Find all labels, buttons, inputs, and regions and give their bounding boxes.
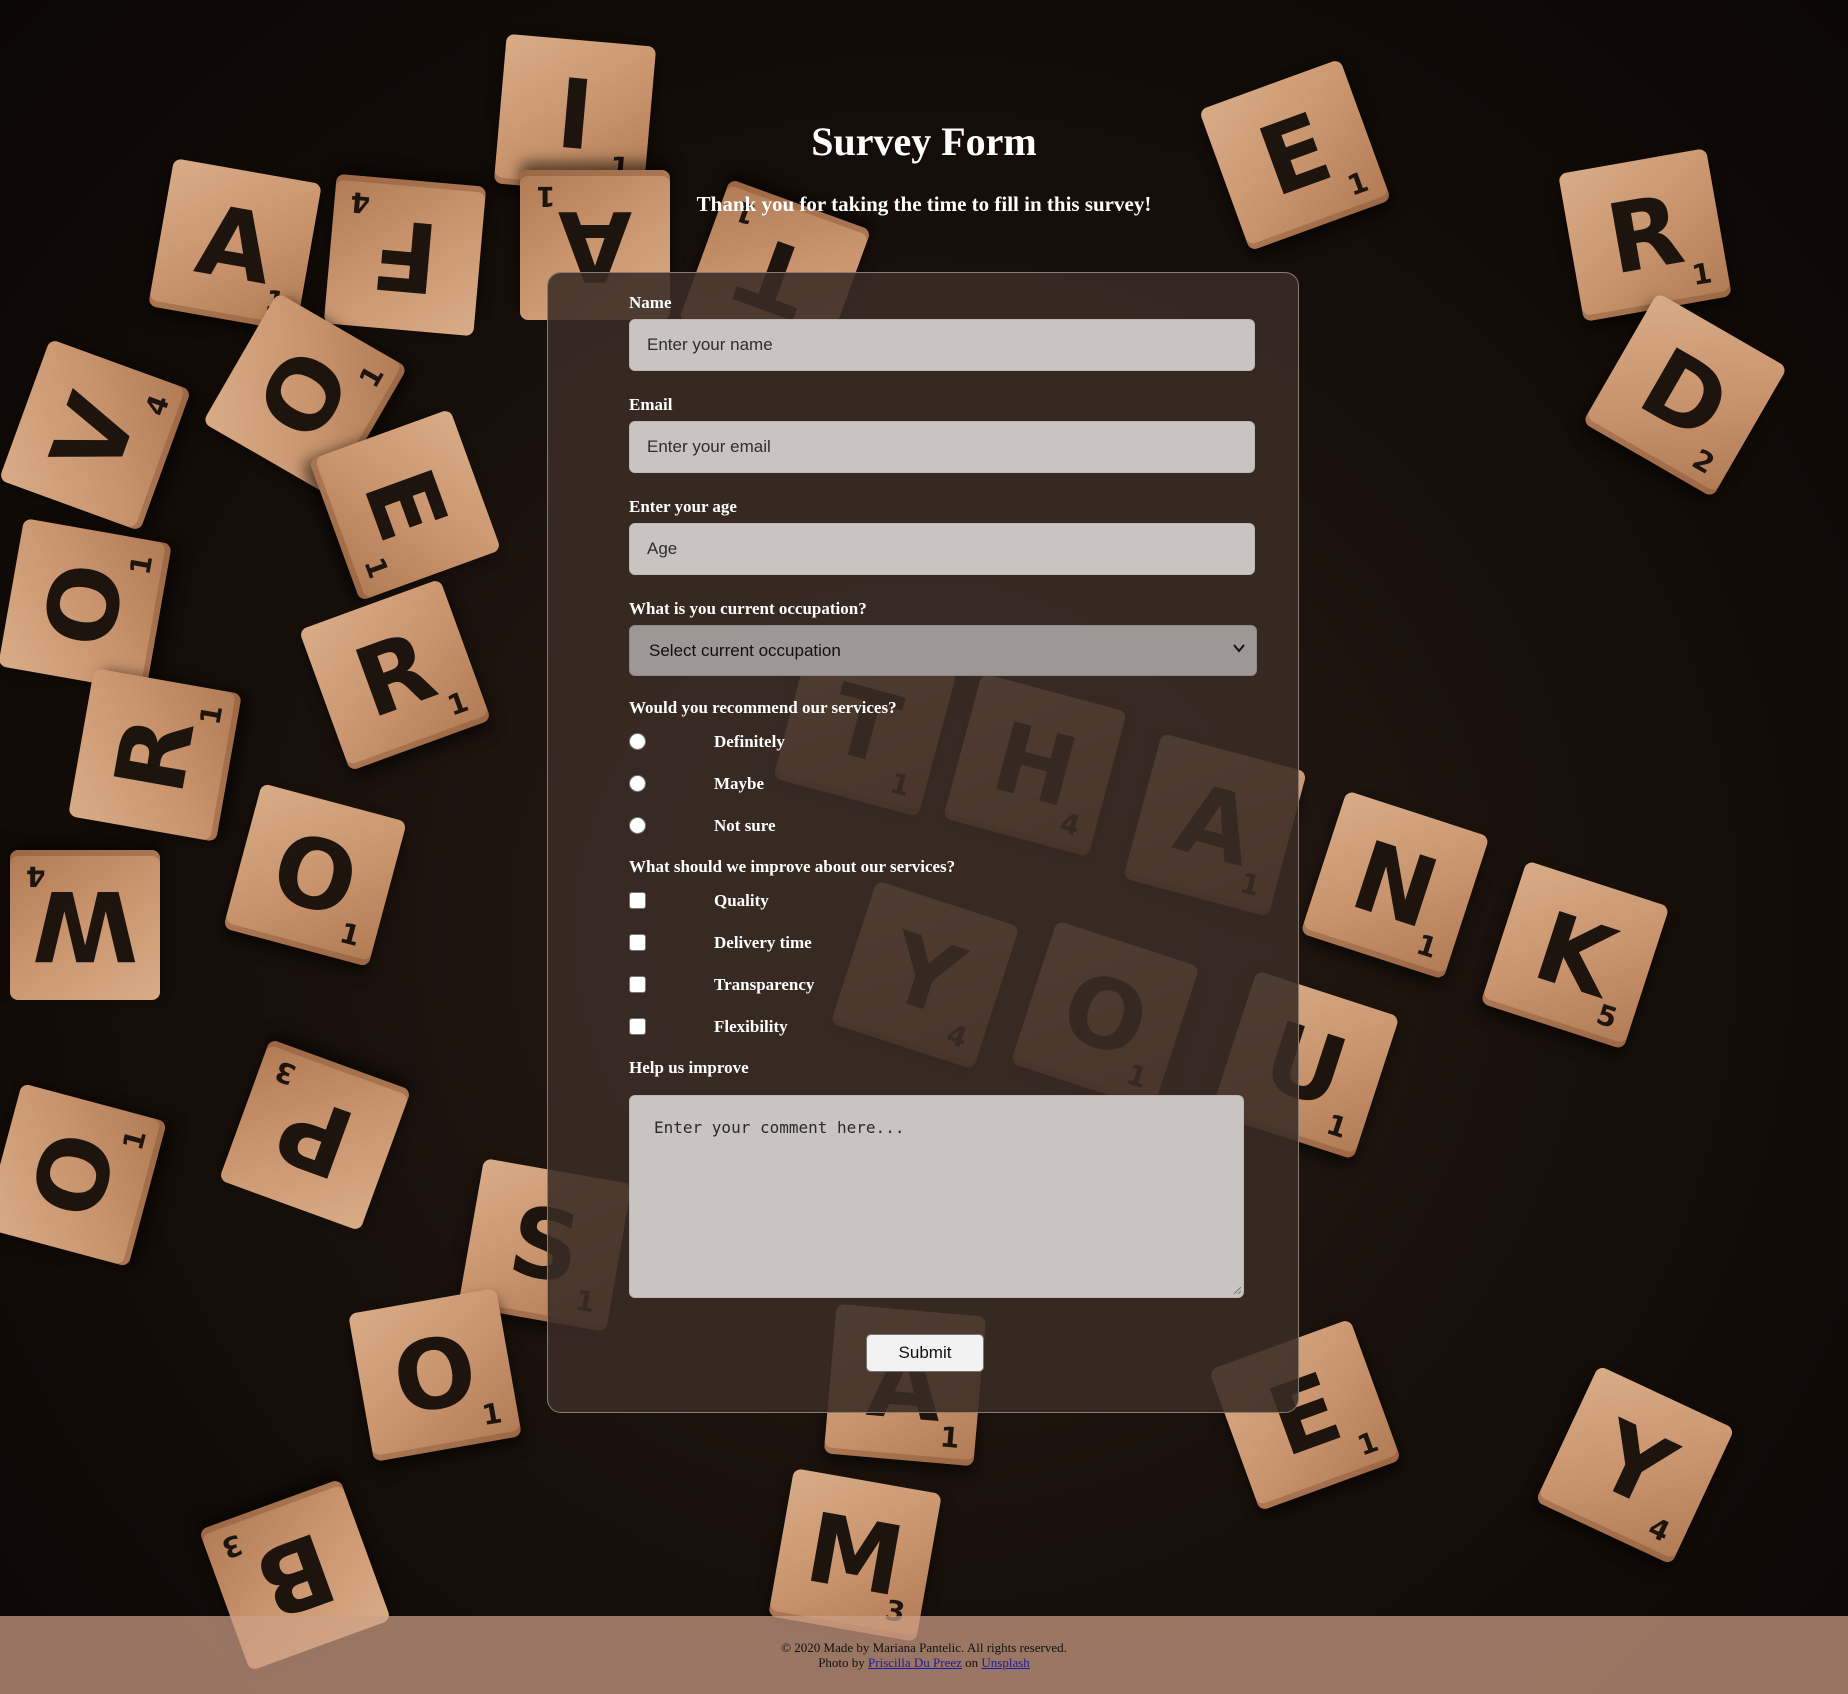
scrabble-tile: O1 <box>0 1083 167 1267</box>
submit-button[interactable]: Submit <box>866 1334 984 1372</box>
occupation-dropdown[interactable]: Select current occupation <box>629 625 1257 676</box>
recommend-option[interactable]: Maybe <box>629 773 1029 795</box>
scrabble-tile: D2 <box>1582 292 1788 498</box>
scrabble-tile: R1 <box>68 668 242 842</box>
improve-option[interactable]: Quality <box>629 890 1029 912</box>
unsplash-link[interactable]: Unsplash <box>981 1655 1029 1670</box>
scrabble-tile: O1 <box>223 783 407 967</box>
scrabble-tile: R1 <box>1558 148 1732 322</box>
improve-label: What should we improve about our service… <box>629 857 956 876</box>
resize-grip-icon[interactable] <box>1233 1286 1242 1295</box>
email-label: Email <box>629 395 673 414</box>
improve-option[interactable]: Transparency <box>629 974 1029 996</box>
age-input[interactable] <box>629 523 1255 575</box>
recommend-option-label: Maybe <box>714 774 765 793</box>
footer: © 2020 Made by Mariana Pantelic. All rig… <box>0 1616 1848 1694</box>
checkbox[interactable] <box>629 976 646 993</box>
footer-photo-credit: Photo by Priscilla Du Preez on Unsplash <box>0 1655 1848 1671</box>
checkbox[interactable] <box>629 892 646 909</box>
comment-label: Help us improve <box>629 1058 749 1077</box>
improve-option-label: Transparency <box>714 975 815 994</box>
scrabble-tile: P3 <box>218 1038 412 1232</box>
recommend-option-label: Definitely <box>714 732 785 751</box>
page-subtitle: Thank you for taking the time to fill in… <box>696 192 1152 216</box>
footer-copyright: © 2020 Made by Mariana Pantelic. All rig… <box>781 1640 1067 1655</box>
scrabble-tile: O1 <box>0 518 172 692</box>
improve-option-label: Delivery time <box>714 933 812 952</box>
radio-button[interactable] <box>629 733 646 750</box>
occupation-label: What is you current occupation? <box>629 599 867 618</box>
improve-option-label: Flexibility <box>714 1017 788 1036</box>
comment-textarea[interactable] <box>629 1095 1244 1298</box>
photo-credit-prefix: Photo by <box>818 1655 865 1670</box>
recommend-option-label: Not sure <box>714 816 776 835</box>
improve-option[interactable]: Flexibility <box>629 1016 1029 1038</box>
survey-form: Name Email Enter your age What is you cu… <box>547 272 1299 1413</box>
checkbox[interactable] <box>629 1018 646 1035</box>
age-label: Enter your age <box>629 497 737 516</box>
scrabble-tile: Y4 <box>1535 1365 1735 1565</box>
scrabble-tile: K5 <box>1480 860 1670 1050</box>
improve-option[interactable]: Delivery time <box>629 932 1029 954</box>
scrabble-tile: O1 <box>348 1288 522 1462</box>
scrabble-tile: W4 <box>10 850 160 1000</box>
photographer-link[interactable]: Priscilla Du Preez <box>868 1655 962 1670</box>
recommend-option[interactable]: Not sure <box>629 815 1029 837</box>
recommend-label: Would you recommend our services? <box>629 698 897 717</box>
improve-option-label: Quality <box>714 891 769 910</box>
name-label: Name <box>629 293 672 312</box>
scrabble-tile: N1 <box>1300 790 1490 980</box>
checkbox[interactable] <box>629 934 646 951</box>
occupation-selected-value: Select current occupation <box>649 640 841 660</box>
radio-button[interactable] <box>629 817 646 834</box>
photo-credit-on: on <box>965 1655 979 1670</box>
email-input[interactable] <box>629 421 1255 473</box>
scrabble-tile: R1 <box>298 578 492 772</box>
recommend-option[interactable]: Definitely <box>629 731 1029 753</box>
name-input[interactable] <box>629 319 1255 371</box>
page-title: Survey Form <box>811 119 1037 164</box>
radio-button[interactable] <box>629 775 646 792</box>
chevron-down-icon <box>1233 644 1245 653</box>
scrabble-tile: V4 <box>0 338 192 532</box>
